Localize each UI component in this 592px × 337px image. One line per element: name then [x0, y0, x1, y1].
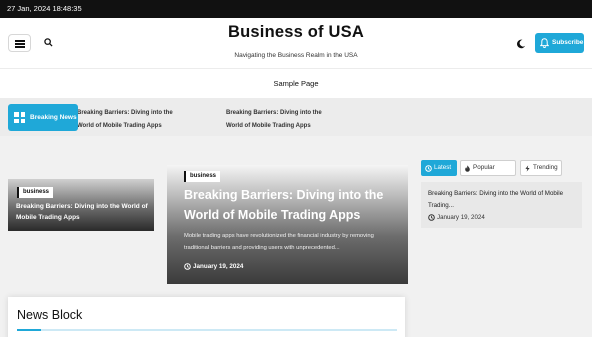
subscribe-button[interactable]: Subscribe — [535, 33, 584, 53]
news-block-section: News Block — [8, 297, 405, 337]
breaking-news-text: Breaking News — [30, 114, 77, 121]
subscribe-label: Subscribe — [552, 39, 584, 46]
post-date: January 19, 2024 — [428, 214, 485, 221]
site-tagline: Navigating the Business Realm in the USA — [234, 52, 358, 59]
post-excerpt: Mobile trading apps have revolutionized … — [184, 233, 374, 251]
tab-trending[interactable]: Trending — [520, 160, 562, 176]
hamburger-icon — [15, 46, 25, 48]
site-header: Business of USA Navigating the Business … — [0, 18, 592, 68]
fire-icon — [465, 164, 470, 172]
grid-icon — [14, 112, 25, 123]
section-title: News Block — [17, 308, 83, 322]
section-divider-accent — [17, 329, 41, 331]
featured-post-card-main[interactable]: business Breaking Barriers: Diving into … — [167, 165, 408, 284]
post-date-text: January 19, 2024 — [193, 263, 244, 270]
bell-icon — [540, 38, 549, 48]
moon-icon — [517, 39, 526, 49]
post-title[interactable]: Breaking Barriers: Diving into the World… — [184, 185, 399, 225]
bolt-icon — [525, 164, 530, 172]
clock-icon — [425, 164, 432, 172]
sidebar-post[interactable]: Breaking Barriers: Diving into the World… — [421, 182, 582, 228]
post-date: January 19, 2024 — [184, 263, 243, 270]
current-datetime: 27 Jan, 2024 18:48:35 — [7, 4, 82, 13]
ticker-item[interactable]: Breaking Barriers: Diving into the World… — [226, 107, 326, 133]
breaking-news-label: Breaking News — [8, 104, 78, 131]
tab-popular[interactable]: Popular — [460, 160, 516, 176]
breaking-news-ticker: Breaking Barriers: Diving into the World… — [0, 99, 592, 136]
ticker-item[interactable]: Breaking Barriers: Diving into the World… — [77, 107, 177, 133]
clock-icon — [184, 263, 191, 270]
nav-item-sample-page[interactable]: Sample Page — [0, 69, 592, 99]
section-divider — [17, 329, 397, 331]
hamburger-icon — [15, 43, 25, 45]
site-title[interactable]: Business of USA — [0, 23, 592, 42]
sidebar-tabs: Latest Popular Trending — [421, 160, 571, 177]
tab-label: Popular — [473, 164, 495, 171]
dark-mode-toggle[interactable] — [512, 35, 530, 53]
main-navigation: Sample Page — [0, 68, 592, 99]
tab-label: Trending — [533, 164, 558, 171]
post-title[interactable]: Breaking Barriers: Diving into the World… — [16, 201, 151, 223]
clock-icon — [428, 214, 435, 221]
category-tag[interactable]: business — [17, 187, 54, 198]
featured-post-card-small[interactable]: business Breaking Barriers: Diving into … — [8, 179, 154, 231]
tab-latest[interactable]: Latest — [421, 160, 457, 176]
top-bar: 27 Jan, 2024 18:48:35 — [0, 0, 592, 18]
post-date-text: January 19, 2024 — [437, 214, 485, 221]
post-title[interactable]: Breaking Barriers: Diving into the World… — [428, 188, 573, 212]
category-tag[interactable]: business — [184, 171, 221, 182]
tab-label: Latest — [434, 164, 452, 171]
